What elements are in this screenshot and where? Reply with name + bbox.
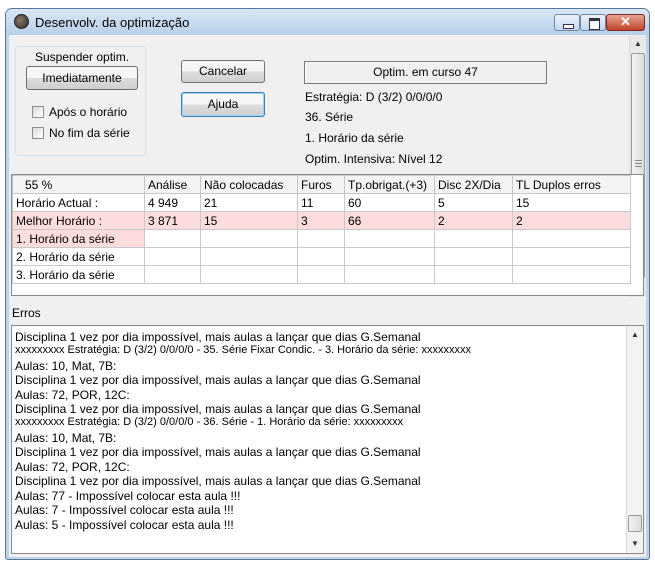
row-label: 3. Horário da série [12, 265, 145, 284]
cell: 11 [297, 193, 345, 212]
column-header-disc-2x[interactable]: Disc 2X/Dia [434, 175, 513, 194]
cell [297, 265, 345, 284]
table-row[interactable]: 3. Horário da série [12, 265, 631, 284]
errors-scroll-down-icon[interactable]: ▼ [627, 535, 643, 552]
log-line: Aulas: 5 - Impossível colocar esta aula … [15, 518, 234, 532]
table-header-row: 55 % Análise Não colocadas Furos Tp.obri… [12, 175, 631, 194]
log-line: Aulas: 77 - Impossível colocar esta aula… [15, 489, 241, 503]
end-series-label: No fim da série [49, 126, 130, 140]
log-line: Aulas: 7 - Impossível colocar esta aula … [15, 503, 234, 517]
minimize-button[interactable] [554, 14, 580, 31]
cell: 3 [297, 211, 345, 230]
schedule-line: 1. Horário da série [305, 131, 404, 145]
results-grid: 55 % Análise Não colocadas Furos Tp.obri… [11, 174, 644, 296]
errors-log[interactable]: Disciplina 1 vez por dia impossível, mai… [11, 325, 644, 554]
optimization-status: Optim. em curso 47 [304, 61, 547, 84]
row-label: Horário Actual : [12, 193, 145, 212]
column-header-analysis[interactable]: Análise [144, 175, 201, 194]
row-label: Melhor Horário : [12, 211, 145, 230]
intensive-line: Optim. Intensiva: Nível 12 [305, 152, 443, 166]
help-button[interactable]: Ajuda [181, 92, 265, 117]
results-table: 55 % Análise Não colocadas Furos Tp.obri… [12, 175, 631, 284]
title-bar[interactable]: Desenvolv. da optimização ✕ [6, 9, 649, 35]
log-line: Disciplina 1 vez por dia impossível, mai… [15, 402, 421, 416]
errors-scroll-up-icon[interactable]: ▲ [627, 326, 643, 343]
immediately-button[interactable]: Imediatamente [26, 66, 138, 90]
scroll-up-icon[interactable]: ▲ [630, 35, 646, 52]
column-header-unplaced[interactable]: Não colocadas [200, 175, 298, 194]
series-line: 36. Série [305, 110, 354, 124]
table-row[interactable]: Horário Actual : 4 949 21 11 60 5 15 [12, 193, 631, 212]
cell [144, 265, 201, 284]
cell [297, 247, 345, 266]
cell [344, 229, 435, 248]
client-area: Suspender optim. Imediatamente Após o ho… [9, 35, 646, 557]
cell [344, 247, 435, 266]
log-line: Aulas: 72, POR, 12C: [15, 388, 130, 402]
column-header-mandatory[interactable]: Tp.obrigat.(+3) [344, 175, 435, 194]
errors-scroll-thumb[interactable] [628, 515, 642, 532]
log-line: xxxxxxxxx Estratégia: D (3/2) 0/0/0/0 - … [15, 416, 404, 428]
cell: 3 871 [144, 211, 201, 230]
control-panel: Suspender optim. Imediatamente Após o ho… [9, 35, 629, 168]
log-line: Disciplina 1 vez por dia impossível, mai… [15, 445, 421, 459]
optimization-window: Desenvolv. da optimização ✕ Suspender op… [5, 8, 650, 560]
cell [200, 229, 298, 248]
cell [200, 247, 298, 266]
column-header-percent[interactable]: 55 % [12, 175, 145, 194]
cell [344, 265, 435, 284]
cell: 15 [512, 193, 631, 212]
cell [200, 265, 298, 284]
errors-label: Erros [12, 306, 41, 320]
log-line: Aulas: 10, Mat, 7B: [15, 431, 117, 445]
log-line: Disciplina 1 vez por dia impossível, mai… [15, 373, 421, 387]
window-title: Desenvolv. da optimização [35, 15, 190, 30]
log-line: xxxxxxxxx Estratégia: D (3/2) 0/0/0/0 - … [15, 344, 472, 356]
table-row[interactable]: 2. Horário da série [12, 247, 631, 266]
cell [434, 229, 513, 248]
log-line: Disciplina 1 vez por dia impossível, mai… [15, 474, 421, 488]
cell: 21 [200, 193, 298, 212]
table-row[interactable]: Melhor Horário : 3 871 15 3 66 2 2 [12, 211, 631, 230]
cell [434, 247, 513, 266]
cell [434, 265, 513, 284]
column-header-gaps[interactable]: Furos [297, 175, 345, 194]
minimize-icon [563, 24, 574, 29]
cell: 2 [512, 211, 631, 230]
log-line: Aulas: 72, POR, 12C: [15, 460, 130, 474]
suspend-group-title: Suspender optim. [32, 50, 133, 64]
cell [512, 247, 631, 266]
row-label: 1. Horário da série [12, 229, 145, 248]
maximize-icon [589, 18, 600, 30]
cell [297, 229, 345, 248]
cell [512, 229, 631, 248]
cell: 60 [344, 193, 435, 212]
cell [144, 247, 201, 266]
end-series-checkbox[interactable] [32, 127, 44, 139]
cell [144, 229, 201, 248]
maximize-button[interactable] [580, 14, 606, 31]
cell: 15 [200, 211, 298, 230]
close-button[interactable]: ✕ [606, 14, 645, 31]
after-time-label: Após o horário [49, 105, 128, 119]
app-icon [14, 14, 29, 29]
log-line: Disciplina 1 vez por dia impossível, mai… [15, 330, 421, 344]
table-row[interactable]: 1. Horário da série [12, 229, 631, 248]
errors-scrollbar[interactable]: ▲ ▼ [626, 326, 643, 553]
strategy-line: Estratégia: D (3/2) 0/0/0/0 [305, 90, 443, 104]
log-line: Aulas: 10, Mat, 7B: [15, 359, 117, 373]
cancel-button[interactable]: Cancelar [181, 60, 265, 83]
cell: 2 [434, 211, 513, 230]
cell [512, 265, 631, 284]
row-label: 2. Horário da série [12, 247, 145, 266]
column-header-double-errors[interactable]: TL Duplos erros [512, 175, 631, 194]
close-icon: ✕ [620, 14, 631, 29]
cell: 5 [434, 193, 513, 212]
cell: 4 949 [144, 193, 201, 212]
cell: 66 [344, 211, 435, 230]
after-time-checkbox[interactable] [32, 106, 44, 118]
